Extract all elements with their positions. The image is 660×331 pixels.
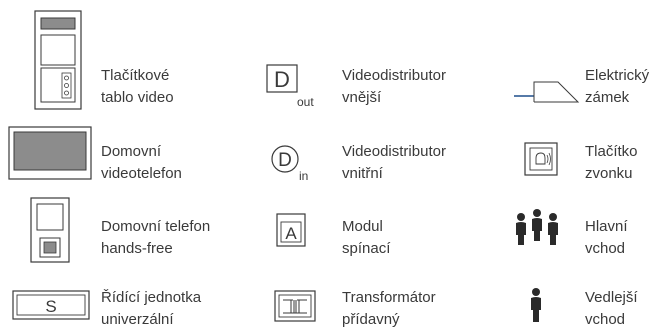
video-distributor-external-icon: D out <box>266 64 314 109</box>
distributor-glyph: D <box>278 150 292 171</box>
legend-label: Tlačítko zvonku <box>585 143 638 182</box>
module-glyph: A <box>285 224 297 243</box>
legend-label: Domovní videotelefon <box>101 143 182 182</box>
video-panel-icon <box>34 10 82 110</box>
distributor-subscript: out <box>297 95 314 109</box>
legend-label: Tlačítkové tablo video <box>101 67 174 106</box>
unit-glyph: S <box>45 297 56 316</box>
side-entrance-person-icon <box>531 288 541 322</box>
handsfree-phone-icon <box>30 197 70 263</box>
bell-button-icon <box>524 142 558 176</box>
distributor-subscript: in <box>299 169 308 183</box>
legend-label: Domovní telefon hands-free <box>101 218 211 257</box>
legend-label: Videodistributor vnitřní <box>342 143 446 182</box>
legend-label: Hlavní vchod <box>585 218 628 257</box>
legend-label: Transformátor přídavný <box>342 289 436 328</box>
video-distributor-internal-icon: D in <box>271 145 308 183</box>
legend-label: Řídící jednotka univerzální <box>101 289 202 328</box>
video-phone-icon <box>8 126 92 180</box>
legend-label: Elektrický zámek <box>585 67 650 106</box>
main-entrance-people-icon <box>516 209 558 245</box>
distributor-glyph: D <box>274 67 290 92</box>
control-unit-icon: S <box>12 290 90 320</box>
electric-lock-icon <box>514 81 580 103</box>
legend-label: Videodistributor vnější <box>342 67 446 106</box>
switch-module-icon: A <box>276 213 306 247</box>
legend-label: Vedlejší vchod <box>585 289 638 328</box>
legend-label: Modul spínací <box>342 218 391 257</box>
transformer-icon <box>274 290 316 322</box>
